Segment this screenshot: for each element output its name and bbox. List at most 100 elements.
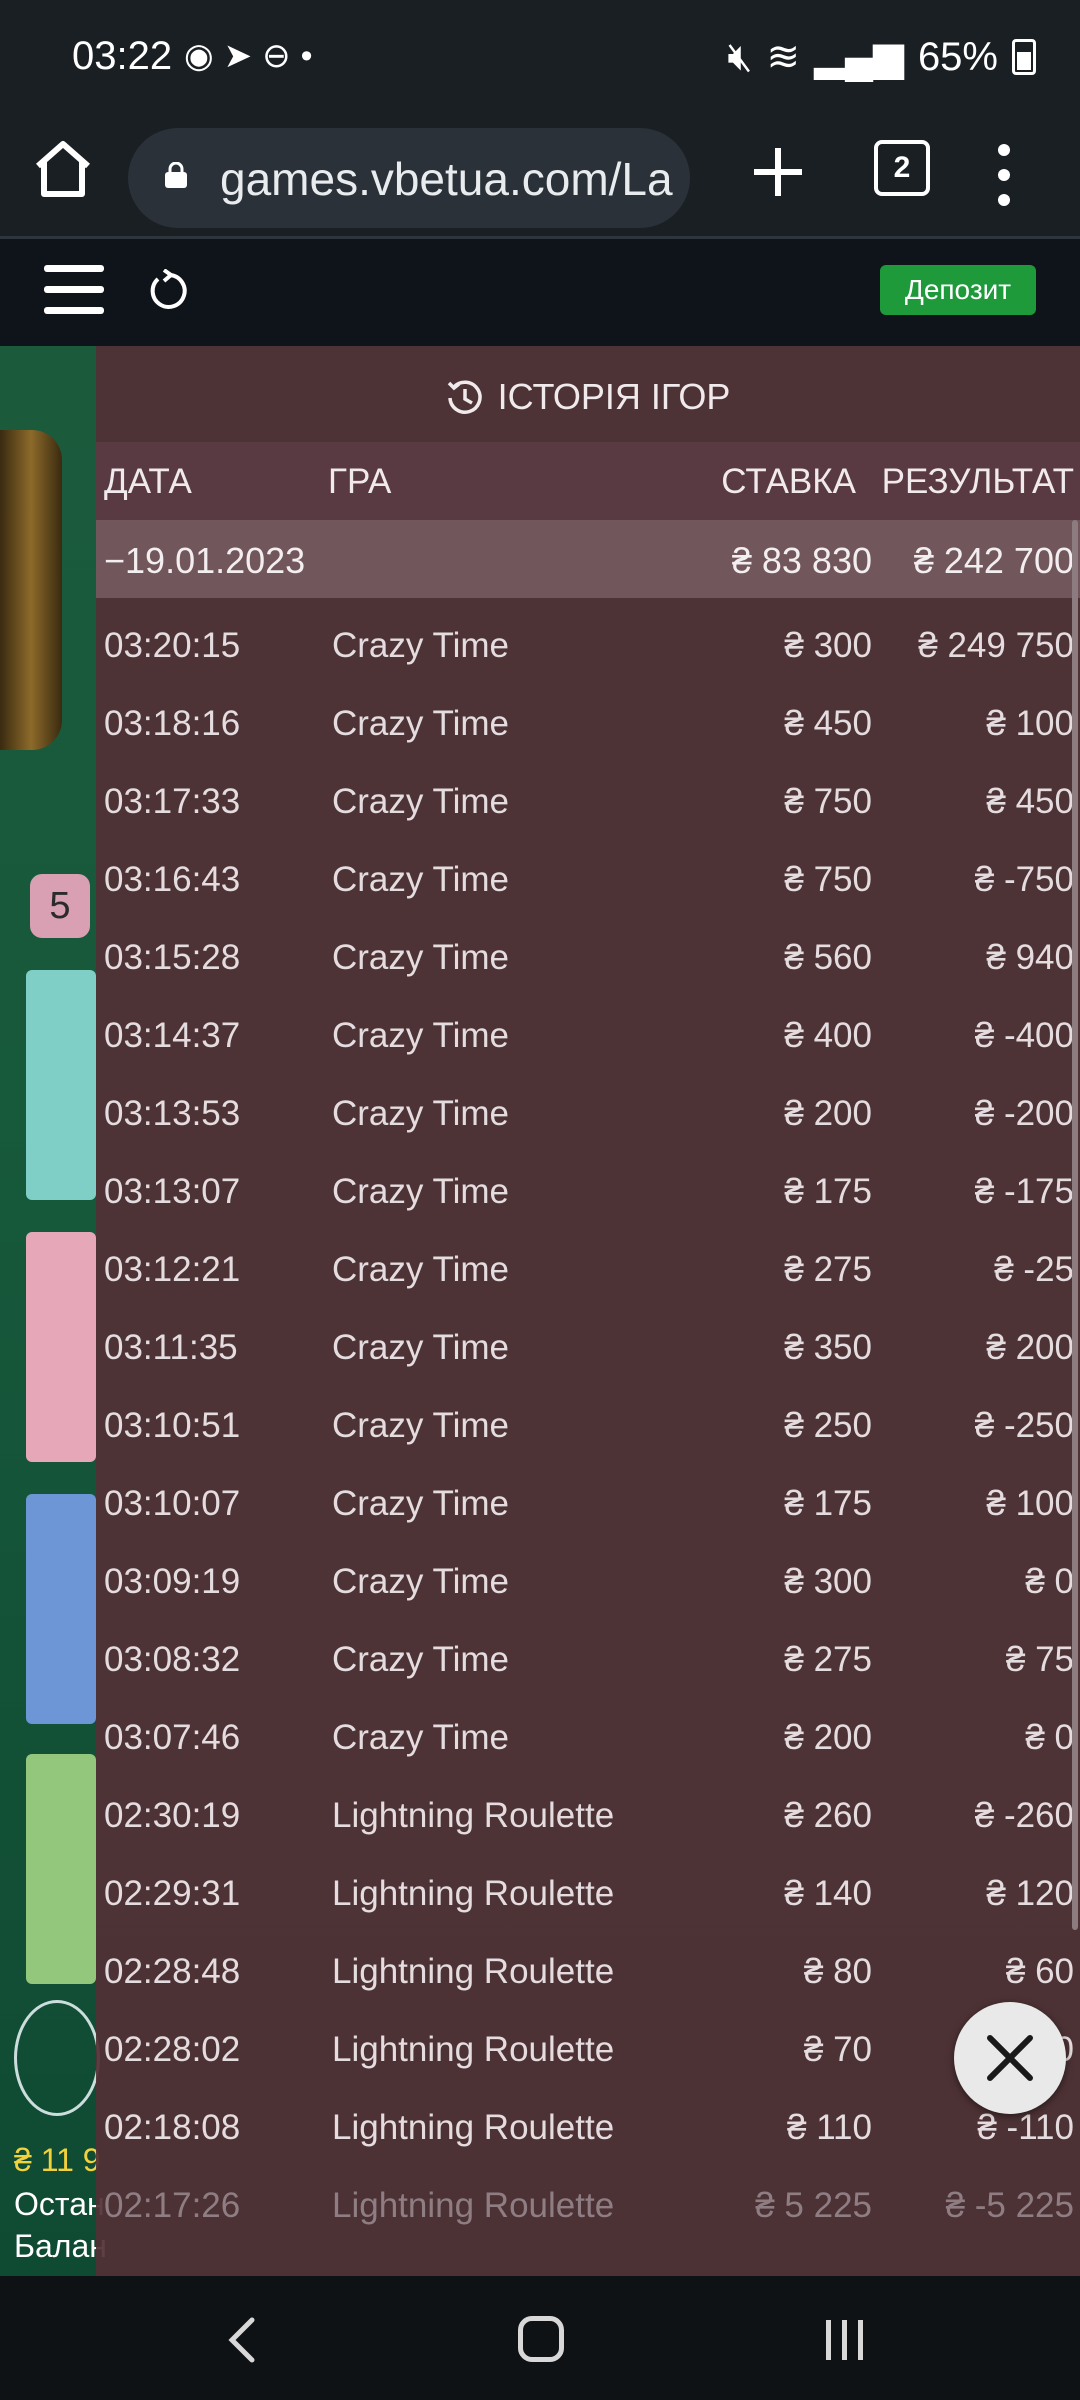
row-bet: ₴ 260 xyxy=(784,1796,872,1835)
date-group-bet-total: ₴ 83 830 xyxy=(731,540,872,581)
row-game: Lightning Roulette xyxy=(332,2186,615,2225)
home-nav-icon[interactable] xyxy=(518,2316,564,2362)
row-result: ₴ -750 xyxy=(974,860,1074,899)
table-row[interactable]: 03:11:35 Crazy Time ₴ 350 ₴ 200 xyxy=(96,1300,1080,1378)
row-time: 02:28:02 xyxy=(104,2030,241,2069)
row-bet: ₴ 200 xyxy=(784,1094,872,1133)
row-game: Crazy Time xyxy=(332,1718,509,1757)
date-group-row[interactable]: −19.01.2023 ₴ 83 830 ₴ 242 700 xyxy=(96,520,1080,598)
row-game: Lightning Roulette xyxy=(332,1874,615,1913)
row-game: Crazy Time xyxy=(332,782,509,821)
table-row[interactable]: 02:17:26 Lightning Roulette ₴ 5 225 ₴ -5 22… xyxy=(96,2158,1080,2236)
column-date: ДАТА xyxy=(104,462,192,501)
deposit-button[interactable]: Депозит xyxy=(880,265,1036,315)
row-game: Lightning Roulette xyxy=(332,2108,615,2147)
table-row[interactable]: 03:17:33 Crazy Time ₴ 750 ₴ 450 xyxy=(96,754,1080,832)
date-group-label: −19.01.2023 xyxy=(104,540,306,581)
row-bet: ₴ 450 xyxy=(784,704,872,743)
url-text: games.vbetua.com/La xyxy=(220,153,673,205)
battery-icon xyxy=(1012,39,1036,75)
row-bet: ₴ 110 xyxy=(787,2108,872,2147)
table-row[interactable]: 03:10:07 Crazy Time ₴ 175 ₴ 100 xyxy=(96,1456,1080,1534)
table-row[interactable]: 03:12:21 Crazy Time ₴ 275 ₴ -25 xyxy=(96,1222,1080,1300)
row-result: ₴ -5 225 xyxy=(945,2186,1074,2225)
row-time: 03:13:07 xyxy=(104,1172,241,1211)
row-result: ₴ -25 xyxy=(994,1250,1074,1289)
row-time: 03:07:46 xyxy=(104,1718,241,1757)
row-game: Crazy Time xyxy=(332,1094,509,1133)
table-row[interactable]: 02:29:31 Lightning Roulette ₴ 140 ₴ 120 xyxy=(96,1846,1080,1924)
panel-title-text: ІСТОРІЯ ІГОР xyxy=(497,376,731,417)
game-tile[interactable] xyxy=(26,970,96,1200)
table-header: ДАТА ГРА СТАВКА РЕЗУЛЬТАТ xyxy=(96,442,1080,520)
row-result: ₴ -200 xyxy=(974,1094,1074,1133)
panel-title: ІСТОРІЯ ІГОР xyxy=(96,376,1080,418)
address-bar[interactable]: games.vbetua.com/La xyxy=(128,128,690,228)
row-time: 03:14:37 xyxy=(104,1016,241,1055)
more-options-icon[interactable] xyxy=(996,140,1012,210)
row-time: 02:28:48 xyxy=(104,1952,241,1991)
table-row[interactable]: 03:15:28 Crazy Time ₴ 560 ₴ 940 xyxy=(96,910,1080,988)
table-row[interactable]: 02:28:48 Lightning Roulette ₴ 80 ₴ 60 xyxy=(96,1924,1080,2002)
table-row[interactable]: 03:07:46 Crazy Time ₴ 200 ₴ 0 xyxy=(96,1690,1080,1768)
row-result: ₴ 450 xyxy=(986,782,1074,821)
home-icon[interactable] xyxy=(32,136,94,202)
menu-icon[interactable] xyxy=(44,263,104,317)
row-bet: ₴ 750 xyxy=(784,782,872,821)
game-tile[interactable] xyxy=(26,1232,96,1462)
navigation-bar xyxy=(0,2276,1080,2400)
row-game: Lightning Roulette xyxy=(332,1796,615,1835)
table-row[interactable]: 03:14:37 Crazy Time ₴ 400 ₴ -400 xyxy=(96,988,1080,1066)
row-time: 03:11:35 xyxy=(104,1328,238,1367)
row-result: ₴ -175 xyxy=(974,1172,1074,1211)
row-bet: ₴ 275 xyxy=(784,1640,872,1679)
table-row[interactable]: 03:13:07 Crazy Time ₴ 175 ₴ -175 xyxy=(96,1144,1080,1222)
table-row[interactable]: 03:18:16 Crazy Time ₴ 450 ₴ 100 xyxy=(96,676,1080,754)
table-row[interactable]: 03:13:53 Crazy Time ₴ 200 ₴ -200 xyxy=(96,1066,1080,1144)
table-row[interactable]: 03:20:15 Crazy Time ₴ 300 ₴ 249 750 xyxy=(96,598,1080,676)
row-bet: ₴ 140 xyxy=(784,1874,872,1913)
table-row[interactable]: 03:16:43 Crazy Time ₴ 750 ₴ -750 xyxy=(96,832,1080,910)
tab-switcher-button[interactable]: 2 xyxy=(874,140,930,196)
row-game: Crazy Time xyxy=(332,1328,509,1367)
table-row[interactable]: 02:28:02Lightning Roulette₴ 7010 xyxy=(96,2002,1080,2080)
table-row[interactable]: 02:30:19 Lightning Roulette ₴ 260 ₴ -260 xyxy=(96,1768,1080,1846)
balance-label-remaining: Остан xyxy=(14,2186,105,2222)
game-history-panel: ІСТОРІЯ ІГОР ДАТА ГРА СТАВКА РЕЗУЛЬТАТ −… xyxy=(96,346,1080,2276)
row-game: Crazy Time xyxy=(332,1250,509,1289)
notification-icons: ◉➤⊖• xyxy=(184,36,323,76)
row-game: Crazy Time xyxy=(332,704,509,743)
reload-icon[interactable] xyxy=(148,269,192,313)
table-row[interactable]: 03:08:32 Crazy Time ₴ 275 ₴ 75 xyxy=(96,1612,1080,1690)
table-row[interactable]: 02:18:08 Lightning Roulette ₴ 110 ₴ -110 xyxy=(96,2080,1080,2158)
row-time: 02:30:19 xyxy=(104,1796,241,1835)
column-game: ГРА xyxy=(328,462,392,501)
row-time: 03:15:28 xyxy=(104,938,241,977)
row-bet: ₴ 5 225 xyxy=(755,2186,872,2225)
column-result: РЕЗУЛЬТАТ xyxy=(881,462,1074,501)
scrollbar[interactable] xyxy=(1072,520,1078,1930)
battery-percent: 65% xyxy=(917,34,998,79)
telegram-icon: ➤ xyxy=(223,37,263,75)
date-group-result-total: ₴ 242 700 xyxy=(913,540,1074,581)
row-bet: ₴ 300 xyxy=(784,1562,872,1601)
table-row[interactable]: 03:09:19 Crazy Time ₴ 300 ₴ 0 xyxy=(96,1534,1080,1612)
table-row[interactable]: 03:10:51 Crazy Time ₴ 250 ₴ -250 xyxy=(96,1378,1080,1456)
back-icon[interactable] xyxy=(222,2316,262,2364)
signal-icon: ▂▄▆ xyxy=(814,35,904,79)
row-game: Crazy Time xyxy=(332,1172,509,1211)
game-tile[interactable] xyxy=(26,1754,96,1984)
recent-apps-icon[interactable] xyxy=(822,2318,868,2362)
refresh-circle-icon[interactable] xyxy=(14,2000,100,2116)
row-game: Crazy Time xyxy=(332,860,509,899)
lock-icon xyxy=(165,162,187,188)
close-button[interactable] xyxy=(954,2002,1066,2114)
browser-toolbar: games.vbetua.com/La 2 xyxy=(0,120,1080,239)
do-not-disturb-icon: ⊖ xyxy=(262,37,301,75)
coin-flip-banner[interactable] xyxy=(0,430,62,750)
game-tile[interactable] xyxy=(26,1494,96,1724)
level-badge: 5 xyxy=(30,874,90,938)
new-tab-icon[interactable] xyxy=(748,142,808,202)
status-bar: 03:22 ◉➤⊖• 🔇︎ ≋ ▂▄▆ 65% xyxy=(0,0,1080,120)
row-result: ₴ 60 xyxy=(1005,1952,1074,1991)
